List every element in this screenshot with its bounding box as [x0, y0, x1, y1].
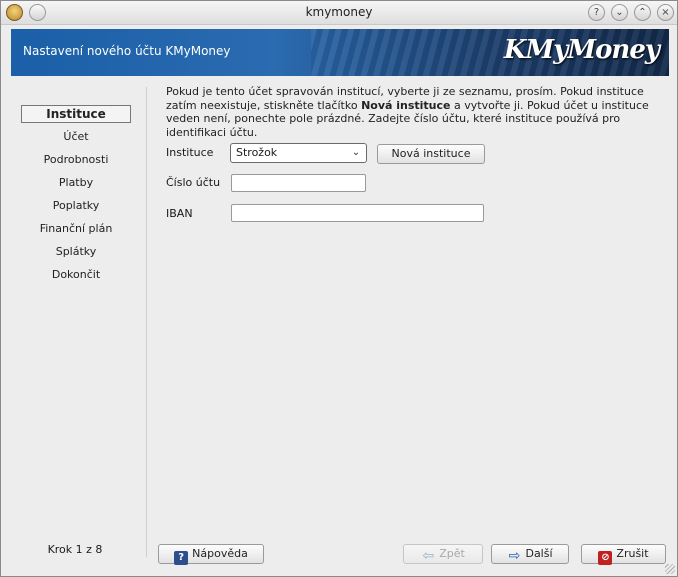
wizard-heading: Nastavení nového účtu KMyMoney: [23, 44, 231, 58]
help-button[interactable]: ? Nápověda: [158, 544, 264, 565]
wizard-banner: Nastavení nového účtu KMyMoney KMyMoney: [11, 29, 669, 76]
chevron-down-icon: ⌄: [351, 147, 361, 158]
cancel-icon: ⊘: [598, 551, 613, 565]
step-installments: Splátky: [55, 245, 97, 258]
resize-grip[interactable]: [665, 564, 675, 574]
iban-field[interactable]: [231, 204, 484, 222]
maximize-icon[interactable]: ⌃: [634, 4, 651, 21]
step-financial-plan: Finanční plán: [39, 222, 113, 235]
step-payments: Platby: [58, 176, 94, 189]
new-institution-button[interactable]: Nová instituce: [377, 144, 485, 164]
iban-label: IBAN: [166, 207, 193, 220]
arrow-right-icon: ⇨: [508, 548, 521, 564]
wizard-steps-sidebar: Instituce Účet Podrobnosti Platby Poplat…: [11, 87, 147, 557]
next-button-label: Další: [525, 547, 553, 560]
back-button[interactable]: ⇦ Zpět: [403, 544, 483, 564]
step-institution: Instituce: [21, 105, 131, 123]
institution-label: Instituce: [166, 146, 214, 159]
step-finish: Dokončit: [51, 268, 101, 281]
arrow-left-icon: ⇦: [422, 548, 435, 564]
step-details: Podrobnosti: [43, 153, 109, 166]
close-icon[interactable]: ×: [657, 4, 674, 21]
step-account: Účet: [63, 130, 89, 143]
new-institution-button-label: Nová instituce: [391, 147, 471, 160]
instructions-text: Pokud je tento účet spravován institucí,…: [166, 85, 666, 139]
instructions-bold: Nová instituce: [361, 98, 451, 112]
next-button[interactable]: ⇨ Další: [491, 544, 569, 564]
institution-selected-value: Strožok: [236, 146, 278, 159]
back-button-label: Zpět: [439, 547, 465, 560]
minimize-icon[interactable]: ⌄: [611, 4, 628, 21]
institution-combobox[interactable]: Strožok ⌄: [230, 143, 367, 163]
step-counter: Krok 1 z 8: [47, 543, 103, 556]
title-bar[interactable]: kmymoney ? ⌄ ⌃ ×: [1, 1, 677, 25]
help-book-icon: ?: [174, 551, 189, 565]
kmymoney-logo: KMyMoney: [503, 35, 660, 65]
cancel-button-label: Zrušit: [616, 547, 649, 560]
cancel-button[interactable]: ⊘ Zrušit: [581, 544, 666, 565]
account-number-label: Číslo účtu: [166, 176, 221, 189]
help-icon[interactable]: ?: [588, 4, 605, 21]
account-number-field[interactable]: [231, 174, 366, 192]
help-button-label: Nápověda: [192, 547, 248, 560]
window-title: kmymoney: [305, 5, 373, 19]
step-fees: Poplatky: [52, 199, 100, 212]
wizard-window: kmymoney ? ⌄ ⌃ × Nastavení nového účtu K…: [0, 0, 678, 577]
